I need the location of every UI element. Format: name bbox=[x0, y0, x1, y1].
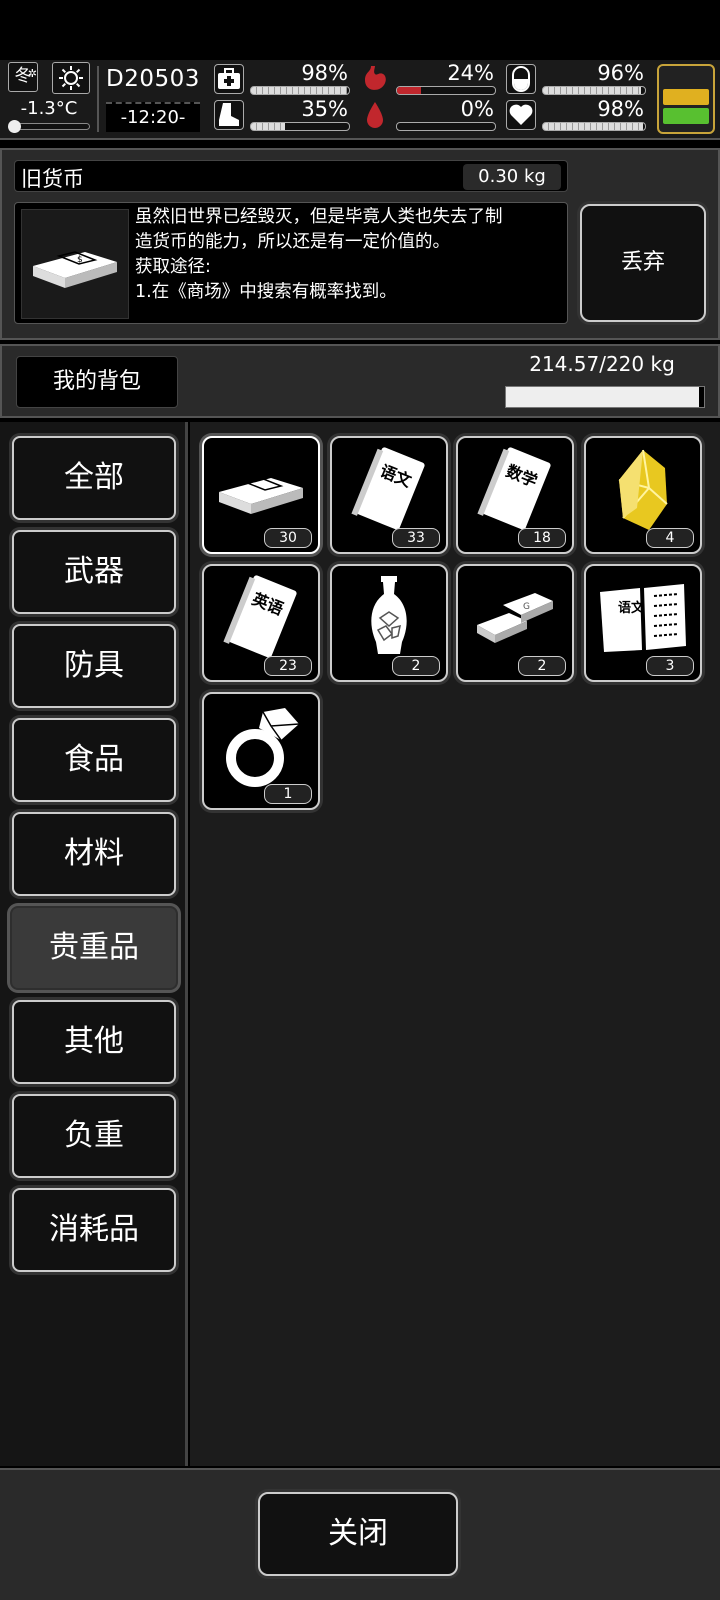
battery-segment bbox=[663, 108, 709, 124]
category-valuables[interactable]: 贵重品 bbox=[10, 906, 178, 990]
bottom-bar: 关闭 bbox=[0, 1468, 720, 1600]
category-materials[interactable]: 材料 bbox=[12, 812, 176, 896]
temperature: -1.3°C bbox=[20, 98, 78, 119]
heart-icon bbox=[506, 100, 536, 130]
item-slot-chinese-book[interactable]: 语文 33 bbox=[330, 436, 448, 554]
item-count: 30 bbox=[264, 528, 312, 548]
open-book-icon: 语文 bbox=[592, 572, 694, 664]
medkit-icon bbox=[214, 64, 244, 94]
day-counter: D20503 bbox=[106, 66, 200, 92]
item-slot-diamond-ring[interactable]: 1 bbox=[202, 692, 320, 810]
item-slot-math-book[interactable]: 数学 18 bbox=[456, 436, 574, 554]
chinese-book-icon: 语文 bbox=[338, 444, 440, 536]
clock: -12:20- bbox=[106, 102, 200, 132]
backpack-load-fill bbox=[506, 387, 700, 407]
hydration-bar-fill bbox=[543, 87, 641, 94]
item-weight: 0.30 kg bbox=[463, 164, 561, 190]
item-name: 旧货币 bbox=[21, 167, 84, 191]
stamina-value: 35% bbox=[301, 97, 348, 121]
item-count: 33 bbox=[392, 528, 440, 548]
bleeding-value: 0% bbox=[460, 97, 494, 121]
category-sidebar: 全部 武器 防具 食品 材料 贵重品 其他 负重 消耗品 bbox=[0, 422, 188, 1466]
item-slot-gold-crystal[interactable]: 4 bbox=[584, 436, 702, 554]
cash-bundle-icon: $ bbox=[21, 209, 129, 319]
vase-icon bbox=[338, 572, 440, 664]
backpack-title: 我的背包 bbox=[16, 356, 178, 408]
mood-bar-fill bbox=[543, 123, 643, 130]
category-weapons[interactable]: 武器 bbox=[12, 530, 176, 614]
backpack-weight: 214.57/220 kg bbox=[529, 352, 675, 376]
battery-icon bbox=[657, 64, 715, 134]
item-count: 4 bbox=[646, 528, 694, 548]
mood-stat: 98% bbox=[506, 97, 650, 134]
stamina-bar-fill bbox=[251, 123, 286, 130]
gold-bars-icon: G bbox=[464, 572, 566, 664]
health-stat: 98% bbox=[214, 61, 354, 98]
category-all[interactable]: 全部 bbox=[12, 436, 176, 520]
thermometer-icon bbox=[8, 120, 92, 133]
book-label: 语文 bbox=[618, 600, 645, 616]
item-slot-open-book[interactable]: 语文 3 bbox=[584, 564, 702, 682]
health-bar-fill bbox=[251, 87, 348, 94]
status-bar: 冬 ✲ -1.3°C D20503 -12:20- 98% 24% 96% 35… bbox=[0, 60, 720, 140]
item-slot-vase[interactable]: 2 bbox=[330, 564, 448, 682]
battery-segment bbox=[663, 89, 709, 105]
sun-icon bbox=[52, 62, 90, 94]
item-slot-gold-bars[interactable]: G 2 bbox=[456, 564, 574, 682]
close-button[interactable]: 关闭 bbox=[258, 1492, 458, 1576]
boot-icon bbox=[214, 100, 244, 130]
category-food[interactable]: 食品 bbox=[12, 718, 176, 802]
stomach-icon bbox=[360, 64, 390, 94]
discard-button[interactable]: 丢弃 bbox=[580, 204, 706, 322]
category-armor[interactable]: 防具 bbox=[12, 624, 176, 708]
pill-icon bbox=[506, 64, 536, 94]
category-consumables[interactable]: 消耗品 bbox=[12, 1188, 176, 1272]
item-count: 3 bbox=[646, 656, 694, 676]
snowflake-icon: ✲ bbox=[27, 67, 37, 80]
item-description-box: $ 虽然旧世界已经毁灭，但是毕竟人类也失去了制 造货币的能力，所以还是有一定价值… bbox=[14, 202, 568, 324]
item-slot-cash[interactable]: 30 bbox=[202, 436, 320, 554]
item-detail-panel: 旧货币 0.30 kg $ 虽然旧世界已经毁灭，但是毕竟人类也失去了制 造货币的… bbox=[0, 148, 720, 340]
divider bbox=[97, 66, 99, 132]
hydration-stat: 96% bbox=[506, 61, 650, 98]
hunger-bar-fill bbox=[397, 87, 421, 94]
item-grid: 30 语文 33 数学 18 4 英语 23 2 G 2 语文 3 1 bbox=[190, 422, 720, 1466]
backpack-header: 我的背包 214.57/220 kg bbox=[0, 344, 720, 418]
hydration-value: 96% bbox=[597, 61, 644, 85]
bleeding-stat: 0% bbox=[360, 97, 500, 134]
category-other[interactable]: 其他 bbox=[12, 1000, 176, 1084]
hunger-value: 24% bbox=[447, 61, 494, 85]
item-count: 2 bbox=[392, 656, 440, 676]
category-load[interactable]: 负重 bbox=[12, 1094, 176, 1178]
stamina-stat: 35% bbox=[214, 97, 354, 134]
item-count: 18 bbox=[518, 528, 566, 548]
item-slot-english-book[interactable]: 英语 23 bbox=[202, 564, 320, 682]
health-value: 98% bbox=[301, 61, 348, 85]
english-book-icon: 英语 bbox=[210, 572, 312, 664]
battery-segment bbox=[663, 70, 709, 86]
blood-drop-icon bbox=[360, 100, 390, 130]
item-name-bar: 旧货币 0.30 kg bbox=[14, 160, 568, 192]
item-count: 2 bbox=[518, 656, 566, 676]
item-count: 23 bbox=[264, 656, 312, 676]
diamond-ring-icon bbox=[210, 700, 312, 792]
item-description: 虽然旧世界已经毁灭，但是毕竟人类也失去了制 造货币的能力，所以还是有一定价值的。… bbox=[135, 207, 503, 302]
season-indicator: 冬 ✲ bbox=[8, 62, 38, 92]
hunger-stat: 24% bbox=[360, 61, 500, 98]
svg-text:$: $ bbox=[77, 255, 83, 265]
gold-crystal-icon bbox=[592, 444, 694, 536]
item-count: 1 bbox=[264, 784, 312, 804]
backpack-load-bar bbox=[505, 386, 705, 408]
math-book-icon: 数学 bbox=[464, 444, 566, 536]
svg-text:G: G bbox=[523, 602, 530, 612]
cash-bundle-icon bbox=[210, 444, 312, 536]
mood-value: 98% bbox=[597, 97, 644, 121]
